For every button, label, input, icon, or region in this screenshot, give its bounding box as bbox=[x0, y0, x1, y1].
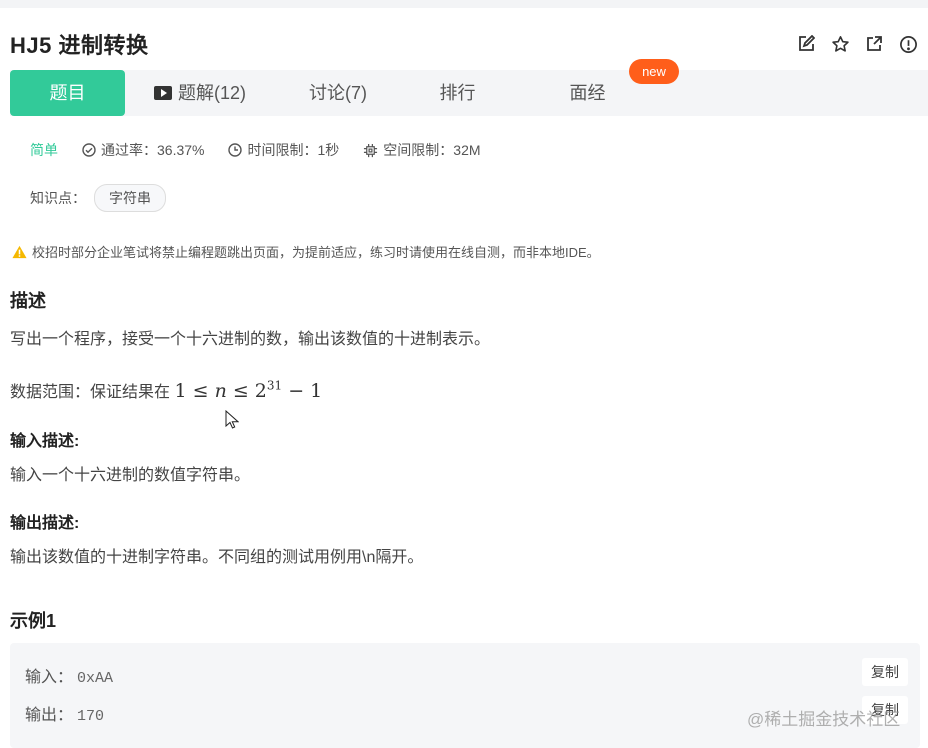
example-heading: 示例1 bbox=[10, 611, 57, 631]
check-circle-icon bbox=[82, 143, 96, 157]
description-text: 写出一个程序，接受一个十六进制的数，输出该数值的十进制表示。 bbox=[10, 331, 491, 348]
copy-input-button[interactable]: 复制 bbox=[862, 658, 908, 686]
input-desc-text: 输入一个十六进制的数值字符串。 bbox=[10, 467, 251, 484]
knowledge-tag[interactable]: 字符串 bbox=[94, 184, 166, 212]
problem-tabs: 题目 题解(12) 讨论(7) 排行 面经 bbox=[10, 70, 928, 116]
pass-rate-text: 通过率：36.37% bbox=[101, 142, 205, 158]
description-heading: 描述 bbox=[10, 291, 46, 311]
output-desc-heading: 输出描述: bbox=[10, 515, 80, 532]
example-input-label: 输入： bbox=[25, 669, 74, 686]
space-limit-text: 空间限制：32M bbox=[383, 142, 481, 158]
problem-meta: 简单 通过率：36.37% 时间限制：1秒 空间限制：32M bbox=[30, 140, 505, 160]
warning-text: 校招时部分企业笔试将禁止编程题跳出页面，为提前适应，练习时请使用在线自测，而非本… bbox=[32, 245, 600, 260]
data-range-prefix: 数据范围：保证结果在 bbox=[10, 384, 171, 401]
tab-ranking[interactable]: 排行 bbox=[430, 70, 485, 116]
example-output-label: 输出： bbox=[25, 707, 74, 724]
warning-notice: 校招时部分企业笔试将禁止编程题跳出页面，为提前适应，练习时请使用在线自测，而非本… bbox=[12, 242, 600, 261]
example-input-row: 输入： 0xAA bbox=[25, 663, 113, 687]
knowledge-points: 知识点： 字符串 bbox=[30, 184, 166, 212]
header-actions bbox=[796, 34, 918, 54]
tab-interview[interactable]: 面经 bbox=[560, 70, 615, 116]
time-limit: 时间限制：1秒 bbox=[228, 140, 339, 160]
tab-discussion[interactable]: 讨论(7) bbox=[293, 70, 383, 116]
data-range: 数据范围：保证结果在 1 ≤ n ≤ 231 − 1 bbox=[10, 378, 322, 402]
chip-icon bbox=[364, 143, 378, 157]
pass-rate: 通过率：36.37% bbox=[82, 140, 204, 160]
warning-icon bbox=[12, 245, 27, 258]
tab-problem[interactable]: 题目 bbox=[10, 70, 125, 116]
example-output-row: 输出： 170 bbox=[25, 701, 104, 725]
external-link-icon[interactable] bbox=[864, 34, 884, 54]
top-strip bbox=[0, 0, 928, 8]
data-range-formula: 1 ≤ n ≤ 231 − 1 bbox=[174, 378, 323, 402]
tab-solutions-label: 题解(12) bbox=[177, 83, 246, 103]
difficulty-badge: 简单 bbox=[30, 142, 58, 158]
info-icon[interactable] bbox=[898, 34, 918, 54]
new-badge: new bbox=[629, 59, 679, 84]
watermark: @稀土掘金技术社区 bbox=[747, 710, 901, 729]
mouse-cursor-icon bbox=[225, 410, 239, 429]
space-limit: 空间限制：32M bbox=[363, 140, 481, 160]
edit-icon[interactable] bbox=[796, 34, 816, 54]
play-icon bbox=[153, 86, 172, 100]
knowledge-label: 知识点： bbox=[30, 190, 86, 206]
star-icon[interactable] bbox=[830, 34, 850, 54]
clock-icon bbox=[228, 143, 243, 157]
example-output-value: 170 bbox=[77, 708, 105, 725]
tab-solutions[interactable]: 题解(12) bbox=[150, 70, 250, 116]
example-box: 输入： 0xAA 复制 输出： 170 复制 bbox=[10, 643, 920, 748]
input-desc-heading: 输入描述: bbox=[10, 433, 80, 450]
output-desc-text: 输出该数值的十进制字符串。不同组的测试用例用\n隔开。 bbox=[10, 549, 424, 566]
example-input-value: 0xAA bbox=[77, 670, 114, 687]
time-limit-text: 时间限制：1秒 bbox=[247, 142, 340, 158]
page-title: HJ5 进制转换 bbox=[10, 33, 149, 58]
